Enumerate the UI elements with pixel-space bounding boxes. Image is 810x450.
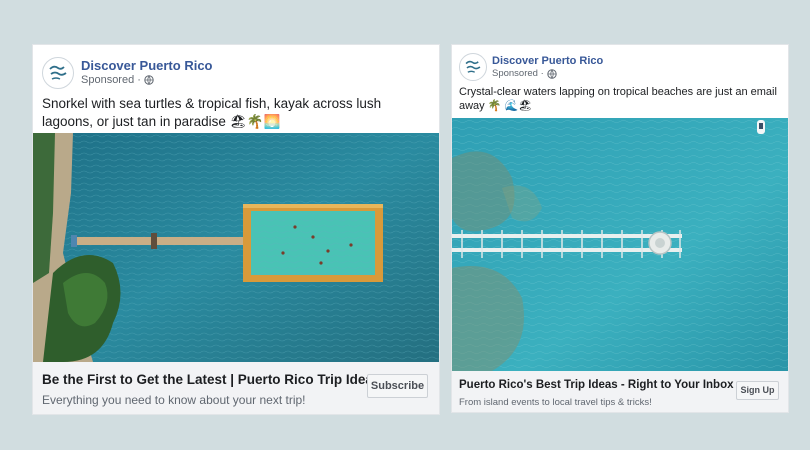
ad-caption: Crystal-clear waters lapping on tropical… [459,86,777,112]
ad-footer: Puerto Rico's Best Trip Ideas - Right to… [452,371,788,412]
sponsored-label: Sponsored · [492,68,557,79]
sponsored-text: Sponsored · [81,74,141,86]
ad-description: From island events to local travel tips … [459,397,652,408]
aerial-pier-ocean-photo[interactable] [452,118,788,371]
globe-icon [144,75,154,85]
discover-puerto-rico-logo-avatar[interactable] [42,57,74,89]
discover-puerto-rico-logo-avatar[interactable] [459,53,487,81]
sponsored-label: Sponsored · [81,74,154,86]
sign-up-button[interactable]: Sign Up [736,381,779,400]
page-name-link[interactable]: Discover Puerto Rico [492,55,603,67]
page-name-link[interactable]: Discover Puerto Rico [81,58,213,73]
ad-headline[interactable]: Puerto Rico's Best Trip Ideas - Right to… [459,379,734,391]
ad-caption: Snorkel with sea turtles & tropical fish… [42,96,382,129]
ad-footer: Be the First to Get the Latest | Puerto … [33,362,439,414]
subscribe-button[interactable]: Subscribe [367,374,428,398]
ad-headline[interactable]: Be the First to Get the Latest | Puerto … [42,372,380,387]
globe-icon [547,68,557,79]
ad-card-signup: Discover Puerto Rico Sponsored · Crystal… [452,45,788,412]
ad-description: Everything you need to know about your n… [42,393,306,407]
ad-card-subscribe: Discover Puerto Rico Sponsored · Snorkel… [33,45,439,414]
sponsored-text: Sponsored · [492,68,544,79]
aerial-pier-pool-photo[interactable] [33,133,439,362]
